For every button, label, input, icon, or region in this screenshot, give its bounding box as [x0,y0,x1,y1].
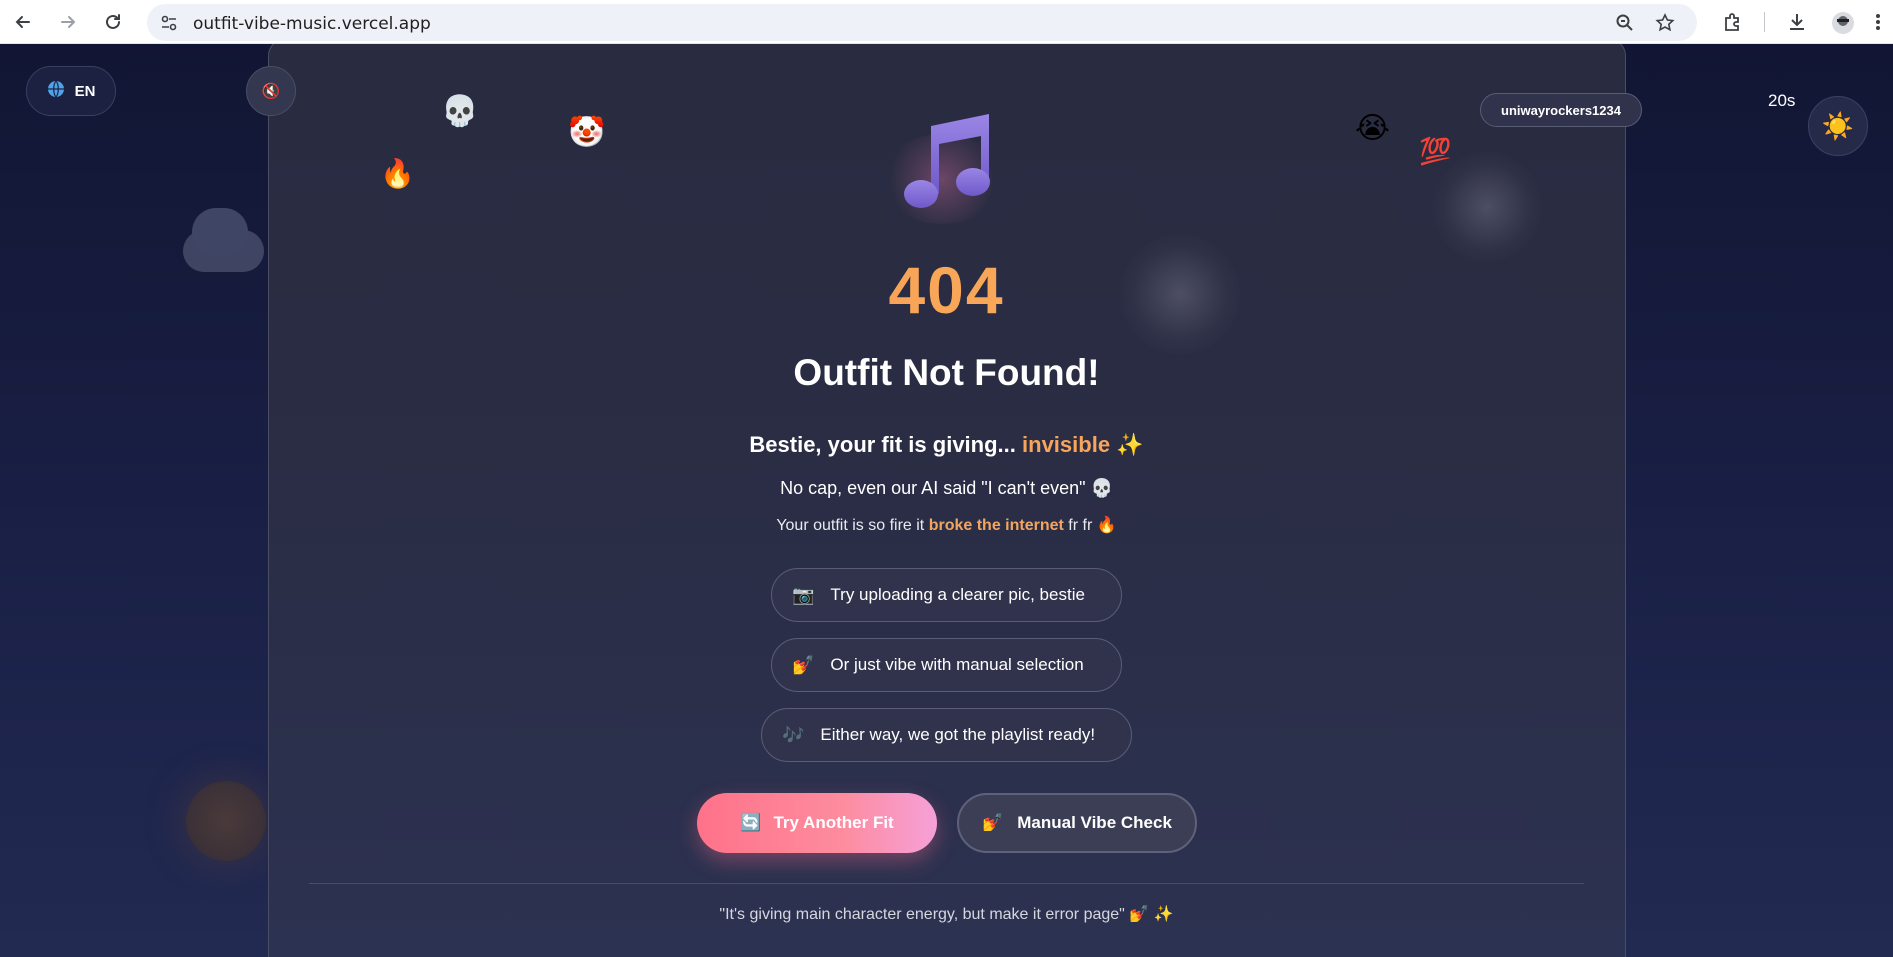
refresh-icon: 🔄 [740,813,762,832]
forward-icon[interactable] [56,10,80,34]
music-notes-icon: 🎶 [782,724,805,745]
menu-icon[interactable] [1874,11,1893,33]
extensions-icon[interactable] [1722,11,1744,33]
username-chip[interactable]: uniwayrockers1234 [1480,93,1642,127]
star-icon[interactable] [1655,13,1675,33]
toolbar-divider [1764,12,1765,32]
clown-emoji-icon: 🤡 [568,116,606,149]
fire-message-prefix: Your outfit is so fire it [776,517,925,534]
globe-icon [47,80,65,102]
reload-icon[interactable] [101,10,125,34]
tip-text: Or just vibe with manual selection [830,655,1084,674]
try-another-fit-label: Try Another Fit [773,813,894,832]
music-note-icon [893,106,1003,216]
sun-decoration [186,781,266,861]
nail-polish-icon: 💅 [792,654,815,675]
page-viewport: EN 🔇 uniwayrockers1234 20s ☀️ 💀 🤡 🔥 😭 💯 … [0,44,1893,957]
tip-playlist-ready: 🎶 Either way, we got the playlist ready! [761,708,1132,762]
site-info-icon[interactable] [159,13,179,38]
download-icon[interactable] [1786,11,1808,33]
mute-button[interactable]: 🔇 [246,66,296,116]
tip-upload-clearer: 📷 Try uploading a clearer pic, bestie [771,568,1122,622]
tip-text: Either way, we got the playlist ready! [820,725,1096,744]
tip-manual-selection: 💅 Or just vibe with manual selection [771,638,1122,692]
camera-icon: 📷 [792,584,815,605]
language-label: EN [74,82,96,100]
sun-icon: ☀️ [1821,110,1855,141]
ai-message: No cap, even our AI said "I can't even" … [780,478,1113,498]
browser-toolbar: outfit-vibe-music.vercel.app [0,0,1893,44]
sparkles-icon: ✨ [1116,432,1144,457]
fire-message: Your outfit is so fire it broke the inte… [0,515,1893,535]
subtitle-prefix: Bestie, your fit is giving... [749,432,1016,457]
try-another-fit-button[interactable]: 🔄 Try Another Fit [697,793,937,853]
language-button[interactable]: EN [26,66,116,116]
skull-emoji-icon: 💀 [441,95,479,128]
profile-icon[interactable] [1831,11,1854,34]
manual-vibe-check-label: Manual Vibe Check [1017,813,1172,832]
back-icon[interactable] [11,10,35,34]
footer-quote: "It's giving main character energy, but … [719,906,1174,923]
page-title: Outfit Not Found! [793,352,1100,393]
theme-toggle-button[interactable]: ☀️ [1808,96,1868,156]
speaker-muted-icon: 🔇 [261,83,281,100]
nail-polish-icon: 💅 [982,813,1004,832]
url-text[interactable]: outfit-vibe-music.vercel.app [193,14,431,34]
address-bar[interactable]: outfit-vibe-music.vercel.app [147,4,1697,41]
fire-message-suffix: fr fr 🔥 [1068,517,1117,534]
hundred-emoji-icon: 💯 [1419,136,1452,166]
crying-emoji-icon: 😭 [1355,112,1391,145]
glow-orb [1432,152,1542,262]
fire-message-highlight: broke the internet [928,517,1064,534]
zoom-icon[interactable] [1615,13,1635,33]
tip-text: Try uploading a clearer pic, bestie [830,585,1085,604]
manual-vibe-check-button[interactable]: 💅 Manual Vibe Check [957,793,1197,853]
error-code: 404 [0,252,1893,328]
countdown-timer: 20s [1768,91,1796,110]
subtitle-highlight: invisible [1022,432,1111,457]
footer-divider [309,883,1584,884]
fire-emoji-icon: 🔥 [380,158,415,189]
subtitle: Bestie, your fit is giving... invisible … [0,432,1893,458]
